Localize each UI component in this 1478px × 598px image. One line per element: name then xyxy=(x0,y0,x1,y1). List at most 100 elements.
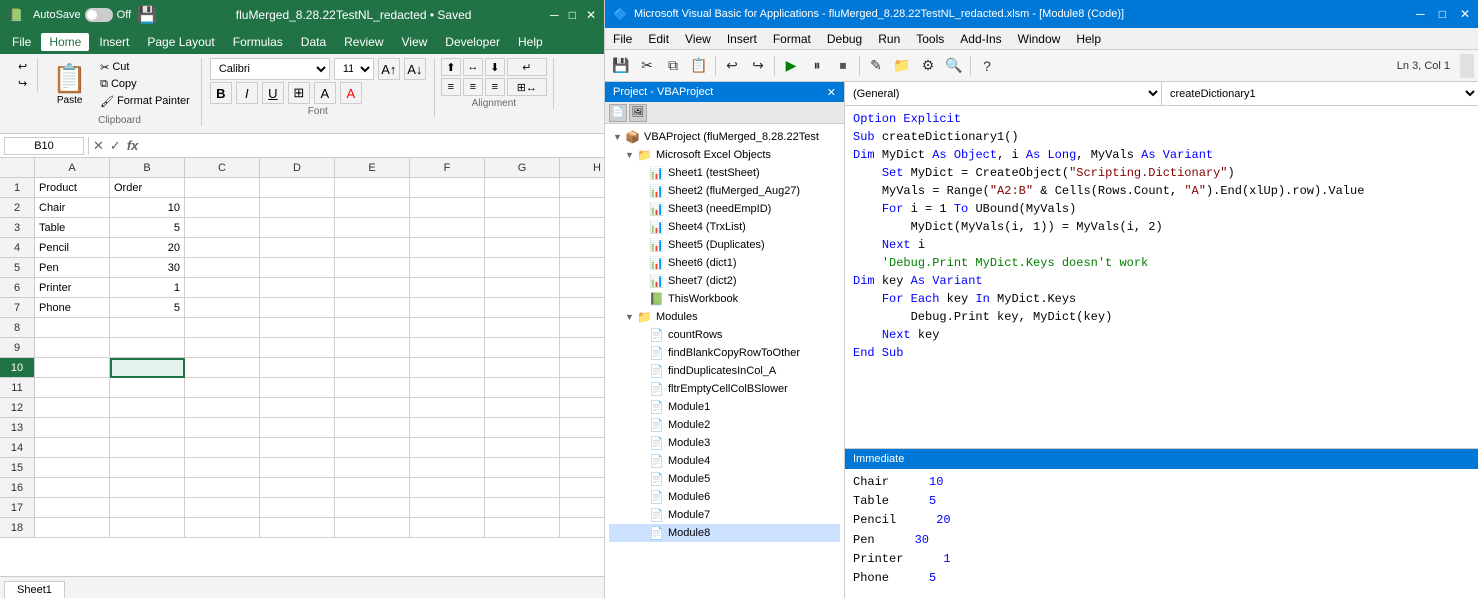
menu-developer[interactable]: Developer xyxy=(437,33,508,51)
col-header-g[interactable]: G xyxy=(485,158,560,178)
vba-menu-view[interactable]: View xyxy=(677,30,719,48)
cell-e7[interactable] xyxy=(335,298,410,318)
row-header-6[interactable]: 6 xyxy=(0,278,35,298)
cell-h15[interactable] xyxy=(560,458,604,478)
autosave-toggle[interactable]: AutoSave Off xyxy=(33,8,131,22)
cell-f14[interactable] xyxy=(410,438,485,458)
tree-sheet2[interactable]: 📊 Sheet2 (fluMerged_Aug27) xyxy=(609,182,840,200)
row-header-15[interactable]: 15 xyxy=(0,458,35,478)
vba-menu-help[interactable]: Help xyxy=(1068,30,1109,48)
cell-b8[interactable] xyxy=(110,318,185,338)
cell-h6[interactable] xyxy=(560,278,604,298)
align-middle-button[interactable]: ↔ xyxy=(463,58,483,76)
cell-c3[interactable] xyxy=(185,218,260,238)
cell-c1[interactable] xyxy=(185,178,260,198)
code-editor[interactable]: Option Explicit Sub createDictionary1() … xyxy=(845,106,1478,448)
vba-menu-debug[interactable]: Debug xyxy=(819,30,870,48)
vba-menu-addins[interactable]: Add-Ins xyxy=(952,30,1009,48)
italic-button[interactable]: I xyxy=(236,82,258,104)
cell-h9[interactable] xyxy=(560,338,604,358)
redo-button[interactable]: ↪ xyxy=(14,75,31,92)
cell-c17[interactable] xyxy=(185,498,260,518)
menu-file[interactable]: File xyxy=(4,33,39,51)
undo-button[interactable]: ↩ xyxy=(14,58,31,75)
cell-h12[interactable] xyxy=(560,398,604,418)
row-header-3[interactable]: 3 xyxy=(0,218,35,238)
insert-function-icon[interactable]: fx xyxy=(127,138,139,153)
tree-module6[interactable]: 📄 Module6 xyxy=(609,488,840,506)
immediate-content[interactable]: Chair 10 Table 5 Pencil 20 Pen 30 xyxy=(845,469,1478,598)
cell-a12[interactable] xyxy=(35,398,110,418)
tree-module4[interactable]: 📄 Module4 xyxy=(609,452,840,470)
cell-f13[interactable] xyxy=(410,418,485,438)
cell-f18[interactable] xyxy=(410,518,485,538)
cell-d9[interactable] xyxy=(260,338,335,358)
vba-menu-file[interactable]: File xyxy=(605,30,640,48)
cell-g18[interactable] xyxy=(485,518,560,538)
cell-c13[interactable] xyxy=(185,418,260,438)
cell-a6[interactable]: Printer xyxy=(35,278,110,298)
cell-d12[interactable] xyxy=(260,398,335,418)
font-color-button[interactable]: A xyxy=(340,82,362,104)
cell-f1[interactable] xyxy=(410,178,485,198)
save-icon[interactable]: 💾 xyxy=(137,5,157,25)
cell-b16[interactable] xyxy=(110,478,185,498)
tree-modules[interactable]: ▼ 📁 Modules xyxy=(609,308,840,326)
cell-a17[interactable] xyxy=(35,498,110,518)
cell-f2[interactable] xyxy=(410,198,485,218)
menu-data[interactable]: Data xyxy=(293,33,334,51)
cell-d8[interactable] xyxy=(260,318,335,338)
cell-b17[interactable] xyxy=(110,498,185,518)
cell-h17[interactable] xyxy=(560,498,604,518)
cell-a13[interactable] xyxy=(35,418,110,438)
cell-e3[interactable] xyxy=(335,218,410,238)
col-header-d[interactable]: D xyxy=(260,158,335,178)
vba-objectbrowser-btn[interactable]: 🔍 xyxy=(942,54,966,78)
col-header-b[interactable]: B xyxy=(110,158,185,178)
cell-a4[interactable]: Pencil xyxy=(35,238,110,258)
paste-button[interactable]: 📋 Paste xyxy=(46,58,93,110)
align-top-button[interactable]: ⬆ xyxy=(441,58,461,76)
tree-sheet7[interactable]: 📊 Sheet7 (dict2) xyxy=(609,272,840,290)
cell-d7[interactable] xyxy=(260,298,335,318)
row-header-4[interactable]: 4 xyxy=(0,238,35,258)
cell-b5[interactable]: 30 xyxy=(110,258,185,278)
cell-e8[interactable] xyxy=(335,318,410,338)
merge-center-button[interactable]: ⊞↔ xyxy=(507,78,547,96)
tree-sheet6[interactable]: 📊 Sheet6 (dict1) xyxy=(609,254,840,272)
cell-f7[interactable] xyxy=(410,298,485,318)
cell-e11[interactable] xyxy=(335,378,410,398)
cell-b18[interactable] xyxy=(110,518,185,538)
font-name-combo[interactable]: Calibri xyxy=(210,58,330,80)
cell-f8[interactable] xyxy=(410,318,485,338)
cell-f12[interactable] xyxy=(410,398,485,418)
tree-sheet4[interactable]: 📊 Sheet4 (TrxList) xyxy=(609,218,840,236)
cell-h14[interactable] xyxy=(560,438,604,458)
cell-c11[interactable] xyxy=(185,378,260,398)
menu-insert[interactable]: Insert xyxy=(91,33,137,51)
cell-d6[interactable] xyxy=(260,278,335,298)
formula-input[interactable] xyxy=(142,139,600,153)
cell-b6[interactable]: 1 xyxy=(110,278,185,298)
cell-g10[interactable] xyxy=(485,358,560,378)
cell-e2[interactable] xyxy=(335,198,410,218)
cell-g16[interactable] xyxy=(485,478,560,498)
vba-close-btn[interactable]: ✕ xyxy=(1460,7,1470,21)
row-header-16[interactable]: 16 xyxy=(0,478,35,498)
vba-save-btn[interactable]: 💾 xyxy=(609,54,633,78)
cell-d2[interactable] xyxy=(260,198,335,218)
tree-sheet3[interactable]: 📊 Sheet3 (needEmpID) xyxy=(609,200,840,218)
cell-a8[interactable] xyxy=(35,318,110,338)
vba-redo-btn[interactable]: ↪ xyxy=(746,54,770,78)
vba-menu-insert[interactable]: Insert xyxy=(719,30,765,48)
cell-h8[interactable] xyxy=(560,318,604,338)
cell-g3[interactable] xyxy=(485,218,560,238)
cell-h13[interactable] xyxy=(560,418,604,438)
cell-h11[interactable] xyxy=(560,378,604,398)
cell-a2[interactable]: Chair xyxy=(35,198,110,218)
cell-f16[interactable] xyxy=(410,478,485,498)
cell-h5[interactable] xyxy=(560,258,604,278)
cell-b3[interactable]: 5 xyxy=(110,218,185,238)
row-header-11[interactable]: 11 xyxy=(0,378,35,398)
cell-a16[interactable] xyxy=(35,478,110,498)
